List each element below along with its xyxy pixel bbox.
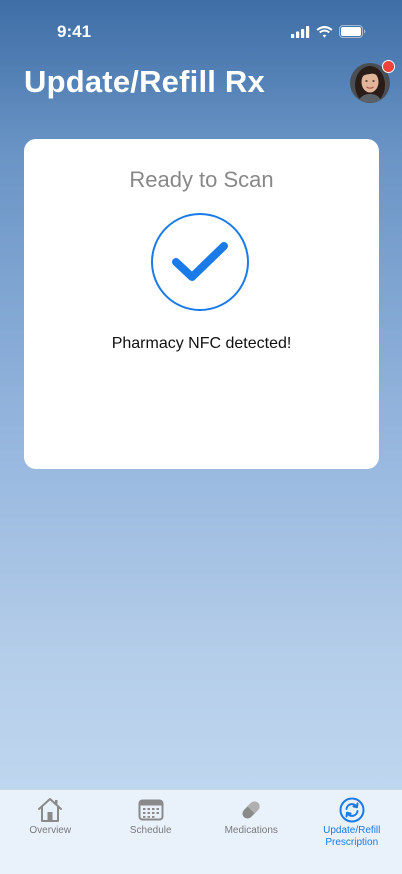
status-bar: 9:41 xyxy=(0,0,402,54)
tab-medications[interactable]: Medications xyxy=(201,790,302,874)
scan-card: Ready to Scan Pharmacy NFC detected! xyxy=(24,139,379,469)
tab-update-refill-prescription[interactable]: Update/Refill Prescription xyxy=(302,790,402,874)
calendar-icon xyxy=(137,797,165,823)
pill-icon xyxy=(237,797,265,823)
notification-badge xyxy=(382,60,395,73)
checkmark-icon xyxy=(172,242,228,281)
status-time: 9:41 xyxy=(57,22,92,41)
battery-icon xyxy=(339,25,366,43)
tab-label: Schedule xyxy=(129,825,172,836)
refresh-icon xyxy=(338,797,366,823)
page-title: Update/Refill Rx xyxy=(24,64,265,99)
tab-bar: Overview Schedule Medications Update/Ref… xyxy=(0,789,402,874)
home-icon xyxy=(36,797,64,823)
tab-schedule[interactable]: Schedule xyxy=(101,790,202,874)
tab-label: Medications xyxy=(224,825,278,836)
scan-title: Ready to Scan xyxy=(129,167,274,192)
tab-label: Overview xyxy=(29,825,72,836)
tab-overview[interactable]: Overview xyxy=(0,790,101,874)
cellular-signal-icon xyxy=(291,25,310,43)
scan-success-indicator xyxy=(151,213,249,311)
avatar[interactable] xyxy=(350,60,395,103)
wifi-icon xyxy=(316,25,333,43)
tab-label: Update/Refill Prescription xyxy=(323,825,381,848)
scan-message: Pharmacy NFC detected! xyxy=(111,335,292,352)
status-icons xyxy=(291,25,366,43)
